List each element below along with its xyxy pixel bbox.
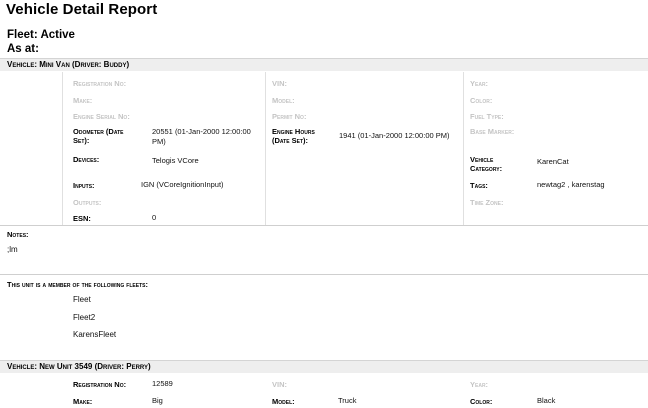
odometer-label-line-1: Odometer (Date — [73, 127, 124, 136]
esn-value: 0 — [152, 213, 157, 222]
v2-color-label: Color: — [470, 397, 493, 406]
as-at-line: As at: — [7, 43, 39, 55]
notes-value: ;lm — [7, 245, 18, 254]
inputs-label: Inputs: — [73, 181, 95, 190]
base-marker-label: Base Marker: — [470, 127, 515, 136]
vehicle-category-label-line-2: Category: — [470, 164, 503, 173]
vehicle-1-header-bar: Vehicle: Mini Van (Driver: Buddy) — [0, 58, 648, 71]
registration-no-label: Registration No: — [73, 79, 127, 88]
odometer-label: Odometer (Date Set): — [73, 127, 123, 145]
vehicle-category-label-line-1: Vehicle — [470, 155, 494, 164]
engine-hours-label-line-1: Engine Hours — [272, 127, 315, 136]
fleet-item: Fleet — [73, 295, 91, 304]
inputs-value: IGN (VCoreIgnitionInput) — [141, 180, 224, 189]
v2-make-value: Big — [152, 396, 163, 405]
vehicle-category-value: KarenCat — [537, 157, 569, 166]
outputs-label: Outputs: — [73, 198, 102, 207]
v2-model-value: Truck — [338, 396, 357, 405]
fleets-label: This unit is a member of the following f… — [7, 280, 148, 289]
engine-hours-label-line-2: (Date Set): — [272, 136, 309, 145]
time-zone-label: Time Zone: — [470, 198, 504, 207]
column-divider — [265, 72, 266, 225]
column-divider — [463, 72, 464, 225]
notes-label: Notes: — [7, 230, 29, 239]
engine-serial-no-label: Engine Serial No: — [73, 112, 130, 121]
color-label: Color: — [470, 96, 493, 105]
vehicle-category-label: Vehicle Category: — [470, 155, 502, 173]
v2-vin-label: VIN: — [272, 380, 287, 389]
column-divider — [62, 72, 63, 225]
odometer-value: 20551 (01-Jan-2000 12:00:00 PM) — [152, 127, 251, 147]
vehicle-2-header-bar: Vehicle: New Unit 3549 (Driver: Perry) — [0, 360, 648, 373]
v2-make-label: Make: — [73, 397, 93, 406]
v2-registration-label: Registration No: — [73, 380, 127, 389]
fleet-item: KarensFleet — [73, 330, 117, 339]
v2-color-value: Black — [537, 396, 556, 405]
v2-registration-value: 12589 — [152, 379, 173, 388]
fleet-line: Fleet: Active — [7, 29, 75, 41]
divider — [0, 225, 648, 226]
make-label: Make: — [73, 96, 93, 105]
vehicle-1-header: Vehicle: Mini Van (Driver: Buddy) — [7, 60, 130, 69]
permit-no-label: Permit No: — [272, 112, 307, 121]
fleet-item: Fleet2 — [73, 313, 96, 322]
model-label: Model: — [272, 96, 295, 105]
devices-label: Devices: — [73, 155, 100, 164]
engine-hours-value: 1941 (01-Jan-2000 12:00:00 PM) — [339, 131, 450, 140]
odometer-label-line-2: Set): — [73, 136, 90, 145]
odometer-value-line-2: PM) — [152, 137, 166, 146]
vehicle-2-header: Vehicle: New Unit 3549 (Driver: Perry) — [7, 362, 151, 371]
report-title: Vehicle Detail Report — [6, 1, 158, 18]
odometer-value-line-1: 20551 (01-Jan-2000 12:00:00 — [152, 127, 251, 136]
esn-label: ESN: — [73, 214, 91, 223]
tags-label: Tags: — [470, 181, 488, 190]
tags-value: newtag2 , karenstag — [537, 180, 605, 189]
vin-label: VIN: — [272, 79, 287, 88]
year-label: Year: — [470, 79, 489, 88]
v2-model-label: Model: — [272, 397, 295, 406]
divider — [0, 274, 648, 275]
devices-value: Telogis VCore — [152, 156, 199, 165]
v2-year-label: Year: — [470, 380, 489, 389]
fuel-type-label: Fuel Type: — [470, 112, 504, 121]
engine-hours-label: Engine Hours (Date Set): — [272, 127, 315, 145]
